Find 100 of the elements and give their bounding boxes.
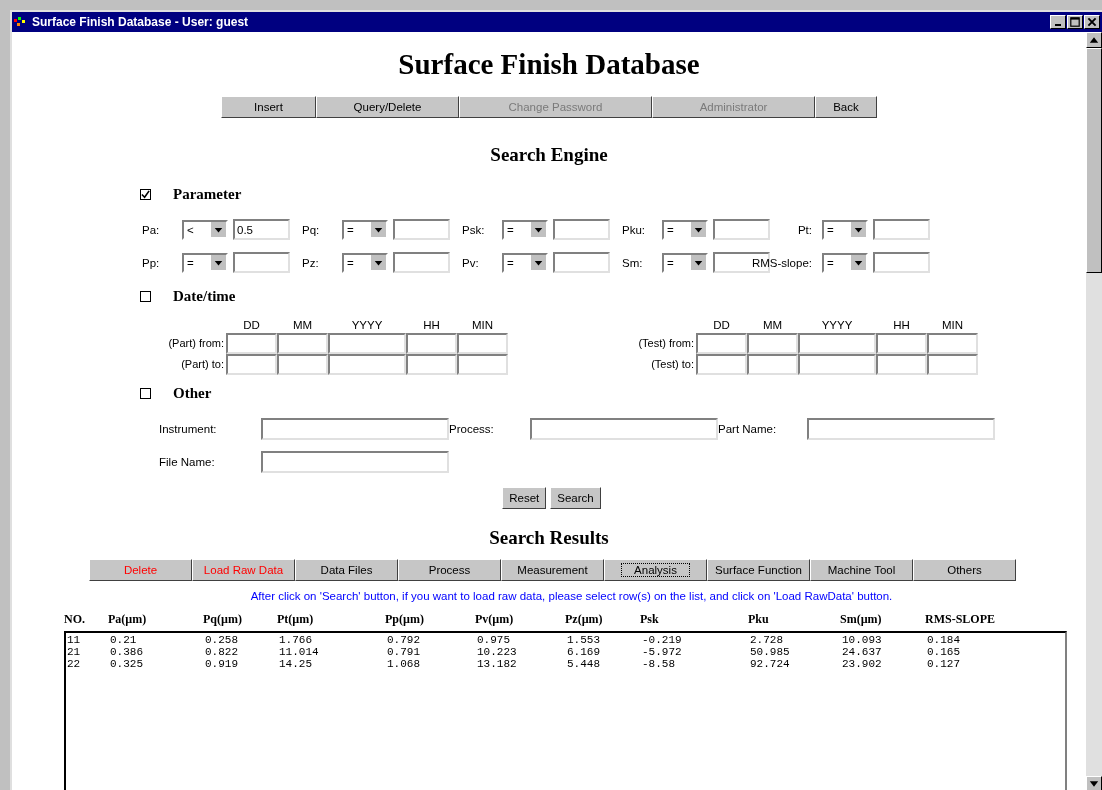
section-label: Date/time (173, 288, 236, 305)
value-field[interactable] (873, 252, 930, 273)
table-cell-text: 0.822 (205, 646, 239, 658)
minimize-button[interactable] (1050, 15, 1066, 29)
section-heading: Search Results (489, 527, 609, 549)
text-field[interactable] (807, 418, 995, 440)
results-list[interactable]: 11 0.21 0.258 1.766 0.792 0.975 1.553 -0.219 2.728 10.093 0.184 21 0.386 0.822 11.014 0.791 10.223 6.169 -5.972 50.985 24.637 0.165 22 0.325 0.919 14.25 1.068 13.182 5.448 -8.58 92.724 23.902 0.127 (64, 631, 1067, 790)
operator-dropdown[interactable]: = (822, 219, 868, 240)
table-cell-text: 0.792 (387, 634, 421, 646)
date-field[interactable] (798, 333, 876, 354)
instruction-text: After click on 'Search' button, if you want to load raw data, please select row(s) on the list, and click on 'Load RawData' button. (250, 590, 893, 602)
table-cell-text: -8.58 (642, 658, 676, 670)
table-cell-text: 2.728 (750, 634, 784, 646)
operator-dropdown[interactable]: = (502, 252, 548, 273)
date-field[interactable] (798, 354, 876, 375)
date-field[interactable] (406, 333, 457, 354)
date-field[interactable] (696, 354, 747, 375)
results-button[interactable]: Data Files (295, 559, 398, 581)
column-header: Psk (640, 612, 660, 627)
table-cell-text: 0.919 (205, 658, 239, 670)
value-field[interactable] (713, 219, 770, 240)
results-button[interactable]: Process (398, 559, 501, 581)
value-field[interactable] (393, 252, 450, 273)
date-field[interactable] (747, 354, 798, 375)
operator-dropdown[interactable]: = (182, 252, 228, 273)
column-label: HH (892, 319, 911, 333)
date-field[interactable] (927, 354, 978, 375)
table-cell-text: 24.637 (842, 646, 883, 658)
value-field[interactable] (873, 219, 930, 240)
table-cell-text: 1.068 (387, 658, 421, 670)
column-header: NO. (64, 612, 86, 627)
operator-dropdown[interactable]: < (182, 219, 228, 240)
date-field[interactable] (927, 333, 978, 354)
date-field[interactable] (277, 354, 328, 375)
operator-dropdown[interactable]: = (662, 252, 708, 273)
table-cell-text: 10.093 (842, 634, 883, 646)
operator-dropdown[interactable]: = (342, 252, 388, 273)
nav-button[interactable]: Back (815, 96, 877, 118)
table-cell-text: 0.791 (387, 646, 421, 658)
date-field[interactable] (277, 333, 328, 354)
column-header: Pt(µm) (277, 612, 315, 627)
date-field[interactable] (328, 333, 406, 354)
column-label: MM (761, 319, 784, 333)
checkbox[interactable] (140, 388, 151, 399)
date-field[interactable] (696, 333, 747, 354)
value-field[interactable] (233, 252, 290, 273)
field-label: Pq: (302, 223, 321, 236)
table-cell-text: 22 (66, 658, 82, 670)
value-field[interactable] (553, 252, 610, 273)
action-button[interactable]: Search (550, 487, 601, 509)
table-cell-text: 10.223 (477, 646, 518, 658)
table-cell-text: 1.553 (567, 634, 601, 646)
results-button[interactable]: Measurement (501, 559, 604, 581)
column-header: RMS-SLOPE (925, 612, 996, 627)
date-field[interactable] (226, 354, 277, 375)
results-button[interactable]: Others (913, 559, 1016, 581)
text-field[interactable] (261, 451, 449, 473)
date-field[interactable] (406, 354, 457, 375)
maximize-button[interactable] (1067, 15, 1083, 29)
date-field[interactable] (876, 354, 927, 375)
value-field[interactable] (553, 219, 610, 240)
operator-dropdown[interactable]: = (502, 219, 548, 240)
column-header: Pp(µm) (385, 612, 425, 627)
section-heading: Search Engine (490, 144, 608, 166)
results-button[interactable]: Surface Function (707, 559, 810, 581)
date-field[interactable] (457, 354, 508, 375)
date-field[interactable] (328, 354, 406, 375)
page-title: Surface Finish Database (398, 48, 700, 81)
table-cell-text: 0.258 (205, 634, 239, 646)
value-field[interactable]: 0.5 (233, 219, 290, 240)
nav-button[interactable]: Insert (221, 96, 316, 118)
field-label: Pz: (302, 256, 320, 269)
app-icon (14, 17, 28, 27)
date-field[interactable] (226, 333, 277, 354)
value-field[interactable] (393, 219, 450, 240)
date-field[interactable] (876, 333, 927, 354)
column-label: DD (712, 319, 731, 333)
column-header: Pku (748, 612, 770, 627)
table-cell-text: 5.448 (567, 658, 601, 670)
action-button[interactable]: Reset (502, 487, 547, 509)
results-button[interactable]: Machine Tool (810, 559, 913, 581)
operator-dropdown[interactable]: = (662, 219, 708, 240)
text-field[interactable] (530, 418, 718, 440)
date-field[interactable] (747, 333, 798, 354)
text-field[interactable] (261, 418, 449, 440)
maximize-icon (1069, 16, 1081, 28)
scrollbar[interactable] (1086, 32, 1102, 790)
close-button[interactable] (1084, 15, 1100, 29)
nav-button[interactable]: Query/Delete (316, 96, 459, 118)
table-cell-text: -0.219 (642, 634, 683, 646)
results-button[interactable]: Analysis (604, 559, 707, 581)
field-label: Process: (449, 423, 495, 435)
field-label: (Test) to: (650, 357, 695, 372)
check-icon (141, 190, 150, 199)
checkbox[interactable] (140, 189, 151, 200)
checkbox[interactable] (140, 291, 151, 302)
operator-dropdown[interactable]: = (822, 252, 868, 273)
date-field[interactable] (457, 333, 508, 354)
column-header: Sm(µm) (840, 612, 883, 627)
operator-dropdown[interactable]: = (342, 219, 388, 240)
